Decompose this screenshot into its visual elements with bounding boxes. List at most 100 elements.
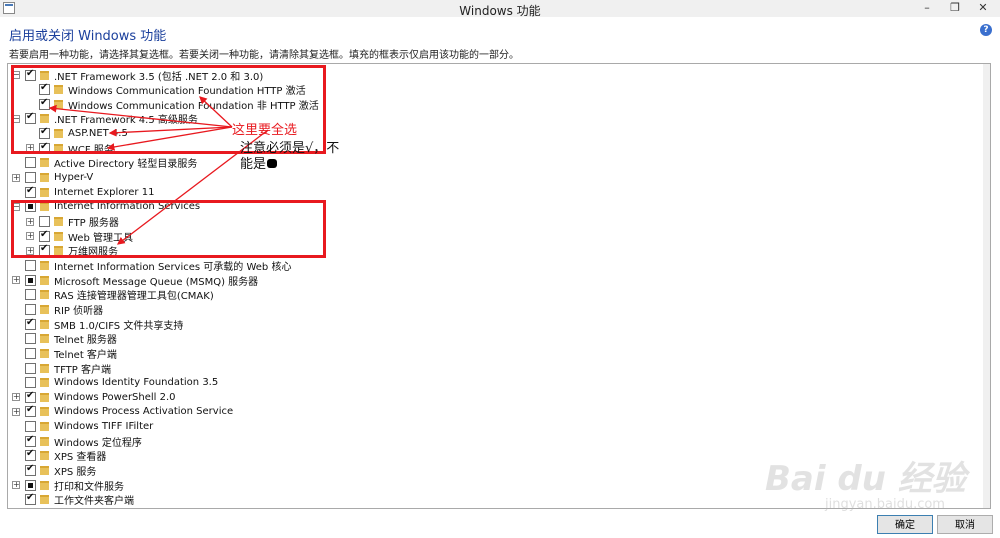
tree-item[interactable]: + Windows PowerShell 2.0 <box>12 390 176 404</box>
page-heading: 启用或关闭 Windows 功能 <box>9 29 167 44</box>
folder-icon <box>40 451 49 461</box>
tree-item[interactable]: Internet Information Services 可承载的 Web 核… <box>12 258 292 273</box>
folder-icon <box>40 173 49 183</box>
feature-checkbox[interactable] <box>25 274 36 286</box>
feature-label: 工作文件夹客户端 <box>54 496 134 508</box>
expand-toggle-icon[interactable]: + <box>12 407 20 416</box>
maximize-button[interactable]: ❐ <box>942 0 968 16</box>
ok-button[interactable]: 确定 <box>877 515 933 534</box>
folder-icon <box>40 407 49 417</box>
folder-icon <box>40 495 49 505</box>
folder-icon <box>40 334 49 344</box>
feature-label: Internet Information Services 可承载的 Web 核… <box>54 261 292 273</box>
tree-item[interactable]: + Microsoft Message Queue (MSMQ) 服务器 <box>12 273 259 288</box>
tree-item[interactable]: Windows 定位程序 <box>12 434 142 449</box>
folder-icon <box>40 392 49 402</box>
expand-toggle-icon[interactable]: + <box>12 173 20 182</box>
tree-item[interactable]: + Windows Process Activation Service <box>12 404 234 419</box>
feature-label: Hyper-V <box>54 172 94 184</box>
feature-checkbox[interactable] <box>25 434 36 447</box>
feature-label: Internet Explorer 11 <box>54 186 155 198</box>
tree-item[interactable]: + 打印和文件服务 <box>12 478 124 493</box>
cancel-button[interactable]: 取消 <box>937 515 993 534</box>
tree-item[interactable]: RIP 侦听器 <box>12 302 104 317</box>
feature-label: XPS 服务 <box>54 467 97 479</box>
feature-checkbox[interactable] <box>25 185 36 198</box>
tree-item[interactable]: Active Directory 轻型目录服务 <box>12 156 197 170</box>
feature-checkbox[interactable] <box>25 333 36 345</box>
feature-checkbox[interactable] <box>25 404 36 418</box>
feature-checkbox[interactable] <box>25 421 36 433</box>
annotation-note-line2: 能是 <box>240 157 267 172</box>
window-title: Windows 功能 <box>459 4 541 18</box>
tree-item[interactable]: Internet Explorer 11 <box>12 185 154 199</box>
close-button[interactable]: ✕ <box>970 0 996 16</box>
expand-toggle-icon[interactable]: + <box>12 276 20 285</box>
folder-icon <box>40 275 49 285</box>
folder-icon <box>40 363 49 373</box>
tree-item[interactable]: Telnet 服务器 <box>12 332 117 346</box>
feature-label: TFTP 客户端 <box>54 364 112 376</box>
tree-item[interactable]: 工作文件夹客户端 <box>12 492 134 508</box>
feature-checkbox[interactable] <box>25 303 36 315</box>
folder-icon <box>40 290 49 300</box>
feature-checkbox[interactable] <box>25 347 36 359</box>
minimize-button[interactable]: – <box>914 0 940 16</box>
feature-checkbox[interactable] <box>25 492 36 506</box>
tree-item[interactable]: + Hyper-V <box>12 171 93 185</box>
feature-label: Windows Process Activation Service <box>54 406 234 418</box>
tree-item[interactable]: XPS 查看器 <box>12 448 107 464</box>
folder-icon <box>40 422 49 432</box>
feature-label: Microsoft Message Queue (MSMQ) 服务器 <box>54 276 259 288</box>
tree-item[interactable]: RAS 连接管理器管理工具包(CMAK) <box>12 288 214 302</box>
feature-checkbox[interactable] <box>25 317 36 330</box>
feature-checkbox[interactable] <box>25 157 36 169</box>
feature-label: Windows PowerShell 2.0 <box>54 391 176 403</box>
feature-label: SMB 1.0/CIFS 文件共享支持 <box>54 320 184 332</box>
feature-checkbox[interactable] <box>25 479 36 491</box>
expand-toggle-icon[interactable]: + <box>12 393 20 402</box>
tree-item[interactable]: TFTP 客户端 <box>12 361 112 376</box>
feature-checkbox[interactable] <box>25 289 36 301</box>
title-bar: Windows 功能 – ❐ ✕ <box>0 0 1000 18</box>
tree-item[interactable]: SMB 1.0/CIFS 文件共享支持 <box>12 317 184 332</box>
feature-checkbox[interactable] <box>25 390 36 403</box>
tree-item[interactable]: Windows Identity Foundation 3.5 <box>12 376 218 390</box>
partial-square-sample <box>267 159 277 168</box>
feature-label: Windows Identity Foundation 3.5 <box>54 377 219 389</box>
feature-checkbox[interactable] <box>25 362 36 374</box>
feature-label: RIP 侦听器 <box>54 305 104 317</box>
feature-checkbox[interactable] <box>25 172 36 184</box>
watermark-url: jingyan.baidu.com <box>825 497 945 512</box>
expand-toggle-icon[interactable]: + <box>12 481 20 490</box>
watermark: Bai du 经验 jingyan.baidu.com <box>755 427 985 527</box>
feature-label: Telnet 服务器 <box>54 335 117 347</box>
feature-checkbox[interactable] <box>25 448 36 462</box>
feature-label: Windows 定位程序 <box>54 437 142 449</box>
help-icon[interactable]: ? <box>980 24 992 36</box>
tree-item[interactable]: Telnet 客户端 <box>12 346 117 361</box>
folder-icon <box>40 304 49 314</box>
feature-checkbox[interactable] <box>25 377 36 389</box>
feature-checkbox[interactable] <box>25 259 36 271</box>
instructions-text: 若要启用一种功能，请选择其复选框。若要关闭一种功能，请清除其复选框。填充的框表示… <box>9 50 519 61</box>
feature-label: XPS 查看器 <box>54 452 107 464</box>
tree-item[interactable]: XPS 服务 <box>12 463 97 479</box>
feature-label: RAS 连接管理器管理工具包(CMAK) <box>54 291 214 303</box>
feature-checkbox[interactable] <box>25 463 36 477</box>
tree-item[interactable]: Windows TIFF IFilter <box>12 420 153 434</box>
folder-icon <box>40 348 49 358</box>
feature-label: Windows TIFF IFilter <box>54 421 154 433</box>
